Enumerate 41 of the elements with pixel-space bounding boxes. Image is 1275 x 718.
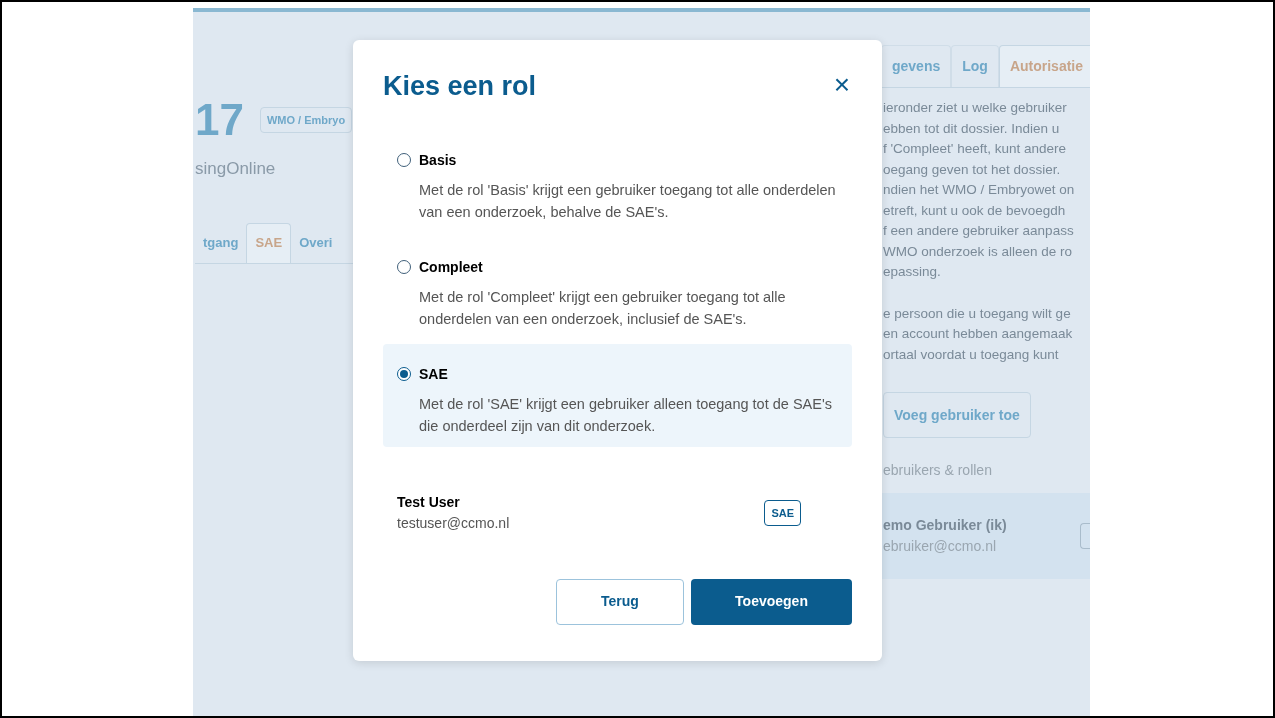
tab[interactable]: Overi xyxy=(291,222,341,263)
option-label: Basis xyxy=(419,150,457,170)
radio-button[interactable] xyxy=(397,153,411,168)
section-heading: ebruikers & rollen xyxy=(883,461,993,480)
user-name: emo Gebruiker (ik) xyxy=(883,516,1007,535)
info-text-line: etreft, kunt u ook de bevoegdh xyxy=(883,201,1067,220)
info-text-line: f 'Compleet' heeft, kunt andere xyxy=(883,140,1067,158)
info-text-line: WMO onderzoek is alleen de ro xyxy=(883,242,1074,261)
info-text-line: ndien het WMO / Embryowet on xyxy=(883,181,1076,199)
info-text-line: ortaal voordat u toegang kunt xyxy=(883,345,1060,364)
add-user-button[interactable]: Voeg gebruiker toe xyxy=(883,392,1031,438)
type-tag: WMO / Embryo xyxy=(259,106,353,134)
info-text-line: en account hebben aangemaak xyxy=(883,325,1074,343)
info-text-line: ebben tot dit dossier. Indien u xyxy=(883,119,1061,138)
option-label: SAE xyxy=(419,364,448,384)
role-option[interactable]: SAE Met de rol 'SAE' krijgt een gebruiker alleen toegang tot de SAE's die onderdeel zijn van dit onderzoek. xyxy=(383,343,852,447)
dialog-title: Kies een rol xyxy=(383,70,537,103)
page-subtitle: singOnline xyxy=(195,158,277,180)
option-label: Compleet xyxy=(419,257,483,277)
option-description: Met de rol 'Compleet' krijgt een gebruiker toegang tot alle onderdelen van een onderzoek, inclusief de SAE's. xyxy=(419,287,787,329)
option-description: Met de rol 'Basis' krijgt een gebruiker toegang tot alle onderdelen van een onderzoek, behalve de SAE's. xyxy=(419,180,837,222)
radio-button[interactable] xyxy=(397,260,411,275)
user-name: Test User xyxy=(397,492,461,512)
info-text-line: epassing. xyxy=(883,263,942,281)
radio-button[interactable] xyxy=(397,367,411,382)
info-text-line: oegang geven tot het dossier. xyxy=(883,160,1062,179)
info-text-line: f een andere gebruiker aanpass xyxy=(883,222,1075,240)
info-text-line: ieronder ziet u welke gebruiker xyxy=(883,99,1068,117)
tab[interactable]: Autorisatie xyxy=(998,45,1090,87)
option-description: Met de rol 'SAE' krijgt een gebruiker alleen toegang tot de SAE's die onderdeel zijn van dit onderzoek. xyxy=(419,394,833,436)
user-email: ebruiker@ccmo.nl xyxy=(883,537,998,556)
tab[interactable]: Log xyxy=(951,45,999,87)
role-tag: SAE xyxy=(764,499,801,526)
tab[interactable]: SAE xyxy=(246,222,292,263)
user-email: testuser@ccmo.nl xyxy=(397,513,510,533)
page-title: 17 xyxy=(195,98,244,142)
add-button[interactable]: Toevoegen xyxy=(691,578,852,625)
close-button[interactable]: × xyxy=(833,71,850,99)
info-text-line: e persoon die u toegang wilt ge xyxy=(883,304,1072,323)
tab[interactable]: tgang xyxy=(195,222,247,263)
back-button[interactable]: Terug xyxy=(556,578,684,625)
